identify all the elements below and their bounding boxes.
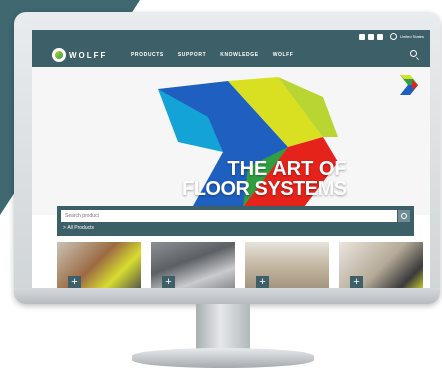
monitor-chin <box>14 288 440 304</box>
product-search-panel: > All Products <box>57 206 414 236</box>
search-button[interactable] <box>398 210 410 222</box>
header-bar: United States WOLFF PRODUCTS SUPPORT KNO… <box>32 30 430 67</box>
hero-headline-line2: FLOOR SYSTEMS <box>182 178 347 200</box>
plus-icon[interactable]: + <box>256 276 269 288</box>
plus-icon[interactable]: + <box>162 276 175 288</box>
breadcrumb-all-products[interactable]: > All Products <box>63 225 94 231</box>
plus-icon[interactable]: + <box>350 276 363 288</box>
wolff-logo-icon[interactable] <box>52 48 66 62</box>
hero-headline-line1: THE ART OF <box>227 158 347 180</box>
globe-icon[interactable] <box>389 33 397 40</box>
region-selector[interactable]: United States <box>400 34 424 39</box>
social-links: United States <box>358 33 424 40</box>
product-card[interactable]: + <box>57 242 141 288</box>
plus-icon[interactable]: + <box>68 276 81 288</box>
nav-wolff[interactable]: WOLFF <box>273 52 294 58</box>
monitor-stand-base <box>132 348 314 368</box>
hero-banner: THE ART OF FLOOR SYSTEMS <box>32 67 430 215</box>
product-card[interactable]: + <box>151 242 235 288</box>
product-search-input[interactable] <box>61 210 397 222</box>
nav-products[interactable]: PRODUCTS <box>131 52 164 58</box>
monitor-stand-neck <box>196 304 250 354</box>
nav-knowledge[interactable]: KNOWLEDGE <box>220 52 258 58</box>
brand-chevron-icon <box>400 75 418 95</box>
facebook-icon[interactable] <box>358 33 365 40</box>
main-nav: PRODUCTS SUPPORT KNOWLEDGE WOLFF <box>131 52 293 58</box>
product-card[interactable]: + <box>245 242 329 288</box>
search-icon[interactable] <box>410 50 417 57</box>
product-grid: + + + + <box>57 242 423 288</box>
wolff-logo-text[interactable]: WOLFF <box>69 51 107 60</box>
product-card[interactable]: + <box>339 242 423 288</box>
nav-support[interactable]: SUPPORT <box>178 52 206 58</box>
instagram-icon[interactable] <box>367 33 374 40</box>
hero-headline: THE ART OF FLOOR SYSTEMS <box>182 159 347 199</box>
youtube-icon[interactable] <box>376 33 383 40</box>
website-screen: United States WOLFF PRODUCTS SUPPORT KNO… <box>32 30 430 288</box>
